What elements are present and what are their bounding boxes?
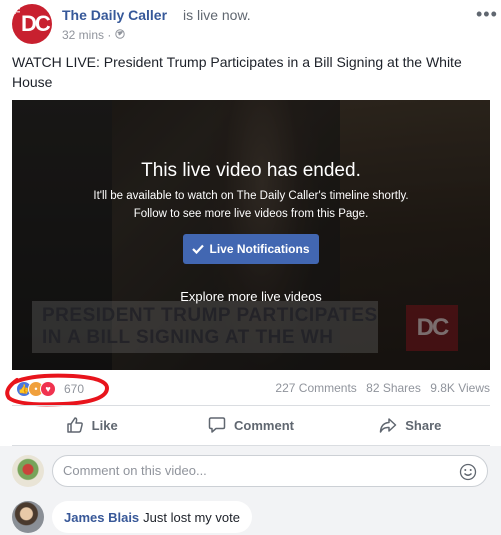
- explore-live-videos-link[interactable]: Explore more live videos: [12, 289, 490, 304]
- video-ended-title: This live video has ended.: [141, 160, 361, 181]
- annotation-circle: [5, 373, 110, 407]
- like-label: Like: [91, 417, 118, 433]
- checkmark-icon: [192, 244, 205, 254]
- post-stats: 227 Comments 82 Shares 9.8K Views: [269, 381, 490, 395]
- comments-section: James Blais Just lost my vote: [0, 446, 501, 535]
- live-status-text: is live now.: [183, 7, 251, 23]
- avatar-dc-text: DC: [21, 11, 51, 36]
- action-bar: Like Comment Share: [12, 407, 490, 443]
- comment-button[interactable]: Comment: [171, 407, 330, 443]
- post-timestamp[interactable]: 32 mins ·: [62, 28, 111, 42]
- like-button[interactable]: Like: [12, 407, 171, 443]
- comment-bubble: James Blais Just lost my vote: [52, 501, 252, 533]
- live-notifications-button[interactable]: Live Notifications: [183, 234, 319, 264]
- comment-input[interactable]: [63, 463, 443, 478]
- views-count: 9.8K Views: [430, 381, 490, 395]
- page-name-link[interactable]: The Daily Caller: [62, 7, 167, 23]
- reactions-bar: 👍 • ♥ 670 227 Comments 82 Shares 9.8K Vi…: [5, 373, 490, 407]
- comment-icon: [208, 417, 226, 433]
- shares-count-link[interactable]: 82 Shares: [366, 381, 421, 395]
- divider-top: [12, 405, 490, 406]
- comments-count-link[interactable]: 227 Comments: [275, 381, 356, 395]
- current-user-avatar[interactable]: [12, 455, 44, 487]
- share-icon: [380, 418, 397, 433]
- comment-input-box[interactable]: [52, 455, 488, 487]
- comment-label: Comment: [234, 417, 294, 433]
- page-avatar[interactable]: THE DC: [12, 4, 52, 44]
- thumbs-up-icon: [66, 417, 83, 433]
- more-options-button[interactable]: •••: [476, 4, 498, 25]
- globe-icon: [115, 29, 125, 39]
- video-ended-subtitle: It'll be available to watch on The Daily…: [12, 187, 490, 223]
- share-label: Share: [405, 417, 442, 433]
- video-subtitle-line2: Follow to see more live videos from this…: [133, 208, 369, 220]
- commenter-avatar[interactable]: [12, 501, 44, 533]
- video-subtitle-line1: It'll be available to watch on The Daily…: [93, 190, 409, 202]
- comment-text: Just lost my vote: [143, 509, 240, 525]
- share-button[interactable]: Share: [331, 407, 490, 443]
- post-text: WATCH LIVE: President Trump Participates…: [12, 54, 462, 90]
- live-notifications-label: Live Notifications: [209, 242, 310, 256]
- video-player[interactable]: PRESIDENT TRUMP PARTICIPATES IN A BILL S…: [12, 100, 490, 370]
- comment-author-link[interactable]: James Blais: [64, 510, 139, 525]
- post-header: THE DC The Daily Caller is live now. 32 …: [12, 4, 497, 44]
- emoji-icon[interactable]: [459, 463, 477, 481]
